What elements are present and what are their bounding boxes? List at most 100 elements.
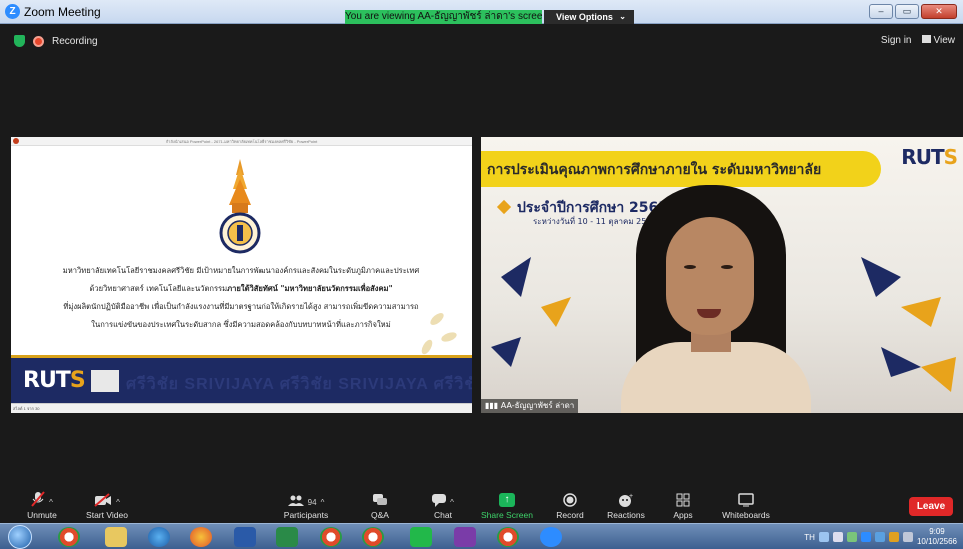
window-titlebar: Z Zoom Meeting You are viewing AA-ธัญญาพ… <box>0 0 963 24</box>
tray-flag-icon[interactable] <box>902 532 913 542</box>
system-clock[interactable]: 9:09 10/10/2566 <box>917 527 957 547</box>
record-button[interactable]: Record <box>553 491 587 520</box>
rut-logo-s: S <box>69 368 86 393</box>
qa-icon <box>373 494 387 505</box>
chevron-up-icon[interactable]: ^ <box>49 498 53 507</box>
whiteboards-label: Whiteboards <box>722 510 770 520</box>
slide-text-line: ในการแข่งขันของประเทศในระดับสากล ซึ่งมีค… <box>91 320 391 329</box>
tray-app-icon[interactable] <box>888 532 899 542</box>
slide-text-line: ที่มุ่งผลิตนักปฏิบัติมืออาชีพ เพื่อเป็นก… <box>63 302 419 311</box>
share-screen-label: Share Screen <box>481 510 533 520</box>
chat-label: Chat <box>434 510 452 520</box>
start-video-label: Start Video <box>86 510 128 520</box>
view-options-label: View Options <box>556 12 613 22</box>
gallery-view-icon <box>921 35 931 43</box>
keyboard-icon[interactable] <box>818 532 829 542</box>
language-indicator[interactable]: TH <box>804 533 815 542</box>
slide-counter: สไลด์ 1 จาก 30 <box>13 406 40 411</box>
encryption-shield-icon[interactable] <box>14 35 25 47</box>
zoom-app-icon: Z <box>5 4 20 19</box>
chat-button[interactable]: ^ Chat <box>428 491 458 520</box>
chevron-up-icon[interactable]: ^ <box>116 498 120 507</box>
windows-taskbar: TH 9:09 10/10/2566 <box>0 523 963 549</box>
excel-icon[interactable] <box>276 527 298 547</box>
participant-eye <box>684 265 696 269</box>
meeting-toolbar: ^ Unmute ^ Start Video 94 ^ Participants … <box>0 487 963 523</box>
srivijaya-watermark: ศรีวิชัย SRIVIJAYA ศรีวิชัย SRIVIJAYA ศร… <box>126 376 472 393</box>
video-off-icon <box>94 493 112 507</box>
record-label: Record <box>556 510 584 520</box>
powerpoint-statusbar: สไลด์ 1 จาก 30 <box>11 403 472 413</box>
chrome-icon[interactable] <box>497 527 519 547</box>
decorative-petal-icon <box>419 338 435 356</box>
volume-icon[interactable] <box>832 532 843 542</box>
reactions-label: Reactions <box>607 510 645 520</box>
rut-sublogo <box>91 370 119 392</box>
network-icon[interactable] <box>846 532 857 542</box>
chat-icon <box>432 494 447 507</box>
participants-icon <box>287 495 304 506</box>
participant-eye <box>721 265 733 269</box>
signal-bars-icon: ▮▮▮ <box>485 401 501 410</box>
slide-text-line: ด้วยวิทยาศาสตร์ เทคโนโลยีและนวัตกรรมภายใ… <box>31 280 451 298</box>
chrome-icon[interactable] <box>320 527 342 547</box>
participants-label: Participants <box>283 510 329 520</box>
chevron-down-icon: ⌄ <box>619 12 626 21</box>
internet-explorer-icon[interactable] <box>148 527 170 547</box>
powerpoint-icon <box>13 138 19 144</box>
qa-button[interactable]: Q&A <box>363 491 397 520</box>
minimize-button[interactable]: – <box>869 4 893 19</box>
window-controls: – ▭ ✕ <box>869 4 957 19</box>
participant-video[interactable]: การประเมินคุณภาพการศึกษาภายใน ระดับมหาวิ… <box>481 137 963 413</box>
pdf-app-icon[interactable] <box>454 527 476 547</box>
rut-logo: RUTS <box>23 368 86 393</box>
unmute-button[interactable]: ^ Unmute <box>20 491 64 520</box>
shared-screen-slide: กำลังนำเสนอ PowerPoint - 2671-มหาวิทยาลั… <box>11 137 472 413</box>
slide-vision-text: ภายใต้วิสัยทัศน์ "มหาวิทยาลัยนวัตกรรมเพื… <box>227 284 393 293</box>
whiteboard-icon <box>738 493 754 507</box>
slide-body-text: มหาวิทยาลัยเทคโนโลยีราชมงคลศรีวิชัย มีเป… <box>31 262 451 334</box>
participant-name-tag: ▮▮▮ AA-ธัญญาพัชร์ ล่าดา <box>481 399 579 413</box>
firefox-icon[interactable] <box>190 527 212 547</box>
meeting-status-row: Recording <box>14 35 98 47</box>
participant-body <box>621 342 811 413</box>
top-right-controls: Sign in View <box>881 35 955 46</box>
chrome-icon[interactable] <box>362 527 384 547</box>
sign-in-link[interactable]: Sign in <box>881 35 912 46</box>
word-icon[interactable] <box>234 527 256 547</box>
leave-button[interactable]: Leave <box>909 497 953 516</box>
university-emblem-icon <box>219 159 261 254</box>
whiteboards-button[interactable]: Whiteboards <box>718 491 774 520</box>
system-tray: TH 9:09 10/10/2566 <box>804 527 957 547</box>
apps-button[interactable]: Apps <box>668 491 698 520</box>
clock-date: 10/10/2566 <box>916 537 957 546</box>
rut-logo-text: RUT <box>23 368 71 393</box>
clock-time: 9:09 <box>929 527 945 536</box>
line-icon[interactable] <box>410 527 432 547</box>
reactions-button[interactable]: + Reactions <box>605 491 647 520</box>
close-button[interactable]: ✕ <box>921 4 957 19</box>
chevron-up-icon[interactable]: ^ <box>321 498 325 507</box>
participant-count: 94 <box>307 498 317 507</box>
participant-name: AA-ธัญญาพัชร์ ล่าดา <box>500 401 575 410</box>
maximize-button[interactable]: ▭ <box>895 4 919 19</box>
microphone-muted-icon <box>31 491 45 507</box>
zoom-tray-icon[interactable] <box>860 532 871 542</box>
view-options-button[interactable]: View Options ⌄ <box>544 10 634 24</box>
slide-text-segment: ด้วยวิทยาศาสตร์ เทคโนโลยีและนวัตกรรม <box>89 284 228 293</box>
file-explorer-icon[interactable] <box>105 527 127 547</box>
start-button[interactable] <box>8 525 32 549</box>
tray-app-icon[interactable] <box>874 532 885 542</box>
view-button[interactable]: View <box>921 35 955 46</box>
chevron-up-icon[interactable]: ^ <box>450 498 454 507</box>
chrome-icon[interactable] <box>58 527 80 547</box>
zoom-taskbar-icon[interactable] <box>540 527 562 547</box>
reactions-icon: + <box>619 493 633 507</box>
participants-button[interactable]: 94 ^ Participants <box>282 491 330 520</box>
svg-text:+: + <box>629 493 633 500</box>
record-icon <box>563 493 577 507</box>
share-screen-icon: ↑ <box>499 493 515 507</box>
start-video-button[interactable]: ^ Start Video <box>82 491 132 520</box>
apps-label: Apps <box>673 510 693 520</box>
share-screen-button[interactable]: ↑ Share Screen <box>480 491 534 520</box>
